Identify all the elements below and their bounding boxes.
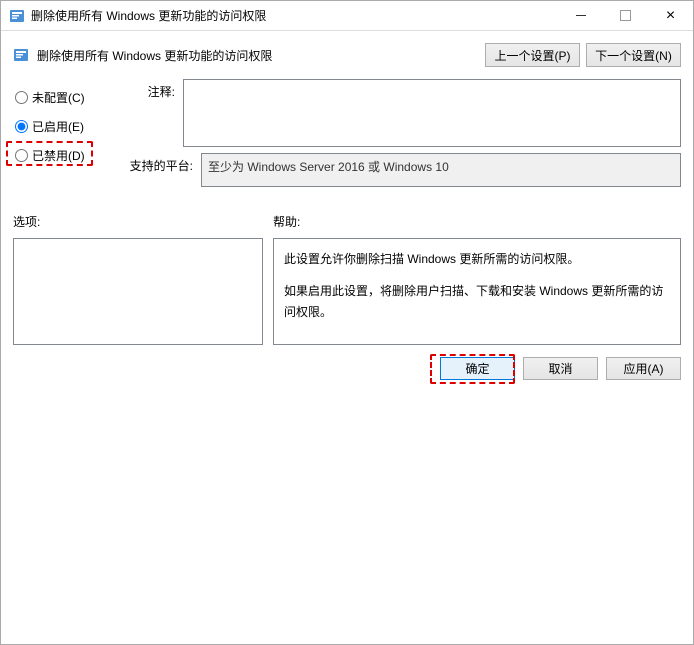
radio-enabled-label: 已启用(E) bbox=[32, 118, 84, 135]
window-controls: × bbox=[558, 1, 693, 30]
close-button[interactable]: × bbox=[648, 1, 693, 30]
prev-setting-button[interactable]: 上一个设置(P) bbox=[485, 43, 580, 67]
minimize-button[interactable] bbox=[558, 1, 603, 30]
radio-not-configured-input[interactable] bbox=[15, 91, 28, 104]
maximize-button[interactable] bbox=[603, 1, 648, 30]
radio-enabled-input[interactable] bbox=[15, 120, 28, 133]
options-column: 选项: bbox=[13, 213, 263, 345]
config-section: 未配置(C) 已启用(E) 已禁用(D) 注释: 支持的平台: bbox=[1, 75, 693, 203]
radio-disabled-input[interactable] bbox=[15, 149, 28, 162]
help-text-2: 如果启用此设置，将删除用户扫描、下载和安装 Windows 更新所需的访问权限。 bbox=[284, 281, 670, 322]
radio-disabled-label: 已禁用(D) bbox=[32, 147, 85, 164]
help-column: 帮助: 此设置允许你删除扫描 Windows 更新所需的访问权限。 如果启用此设… bbox=[273, 213, 681, 345]
toolbar: 删除使用所有 Windows 更新功能的访问权限 上一个设置(P) 下一个设置(… bbox=[1, 31, 693, 75]
comment-textarea[interactable] bbox=[183, 79, 681, 147]
help-label: 帮助: bbox=[273, 213, 681, 230]
platform-label: 支持的平台: bbox=[123, 153, 201, 187]
lower-section: 选项: 帮助: 此设置允许你删除扫描 Windows 更新所需的访问权限。 如果… bbox=[1, 203, 693, 345]
options-panel bbox=[13, 238, 263, 345]
radio-not-configured[interactable]: 未配置(C) bbox=[13, 83, 123, 112]
radio-disabled[interactable]: 已禁用(D) bbox=[13, 141, 123, 170]
main-area: 删除使用所有 Windows 更新功能的访问权限 上一个设置(P) 下一个设置(… bbox=[1, 31, 693, 392]
window-title: 删除使用所有 Windows 更新功能的访问权限 bbox=[31, 7, 558, 24]
app-icon bbox=[9, 8, 25, 24]
next-setting-button[interactable]: 下一个设置(N) bbox=[586, 43, 681, 67]
radio-enabled[interactable]: 已启用(E) bbox=[13, 112, 123, 141]
titlebar: 删除使用所有 Windows 更新功能的访问权限 × bbox=[1, 1, 693, 31]
apply-button[interactable]: 应用(A) bbox=[606, 357, 681, 380]
radio-group: 未配置(C) 已启用(E) 已禁用(D) bbox=[13, 79, 123, 187]
ok-button[interactable]: 确定 bbox=[440, 357, 515, 380]
platform-box: 至少为 Windows Server 2016 或 Windows 10 bbox=[201, 153, 681, 187]
cancel-button[interactable]: 取消 bbox=[523, 357, 598, 380]
comment-label: 注释: bbox=[123, 79, 183, 147]
policy-icon bbox=[13, 47, 29, 63]
radio-not-configured-label: 未配置(C) bbox=[32, 89, 85, 106]
options-label: 选项: bbox=[13, 213, 263, 230]
help-text-1: 此设置允许你删除扫描 Windows 更新所需的访问权限。 bbox=[284, 249, 670, 269]
help-panel: 此设置允许你删除扫描 Windows 更新所需的访问权限。 如果启用此设置，将删… bbox=[273, 238, 681, 345]
button-row: 确定 取消 应用(A) bbox=[1, 345, 693, 392]
policy-title: 删除使用所有 Windows 更新功能的访问权限 bbox=[37, 47, 479, 64]
platform-value: 至少为 Windows Server 2016 或 Windows 10 bbox=[208, 160, 449, 174]
